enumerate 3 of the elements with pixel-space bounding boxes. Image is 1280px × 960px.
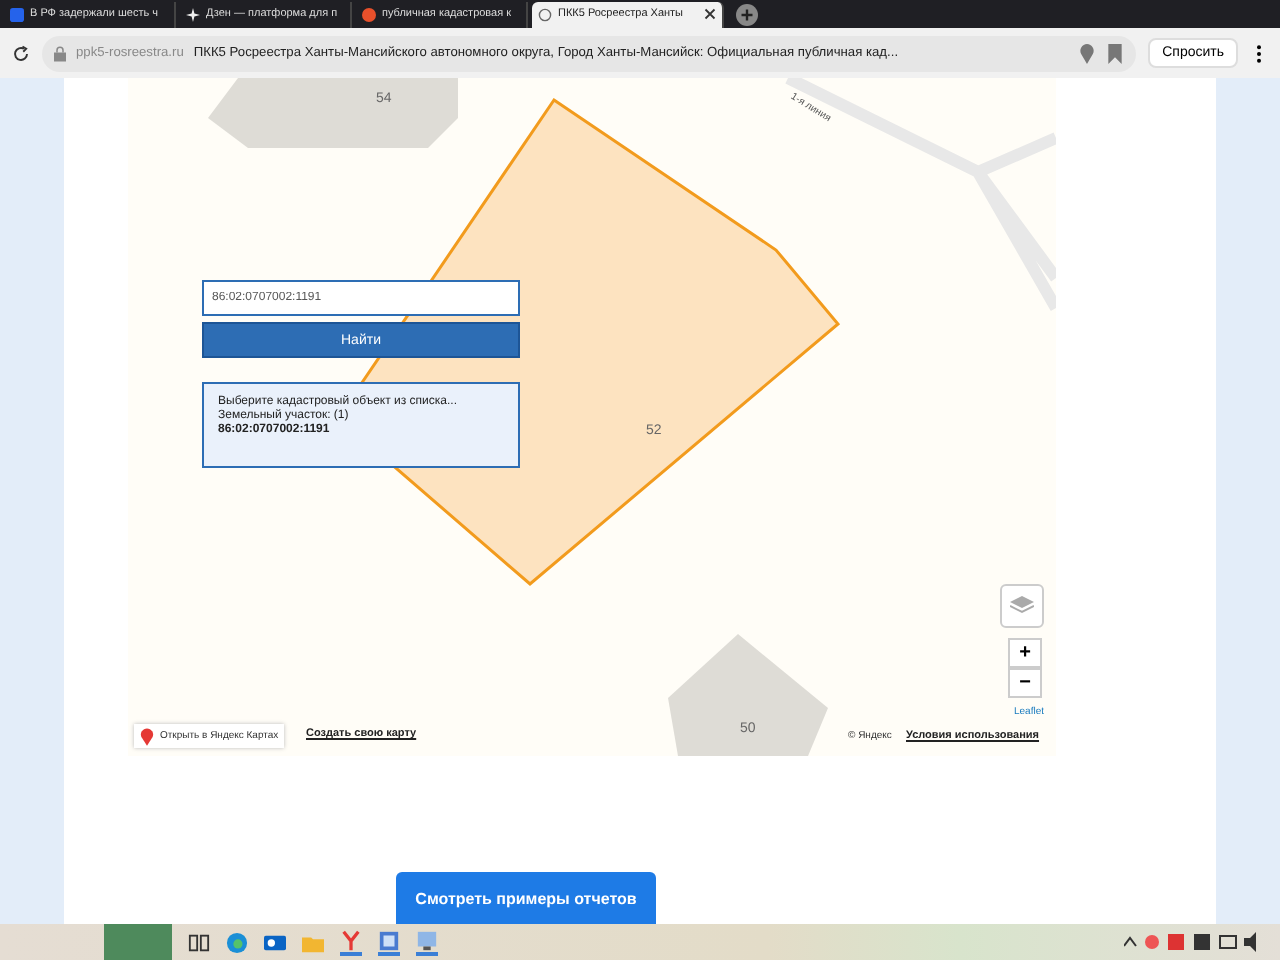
view-reports-button[interactable]: Смотреть примеры отчетов bbox=[396, 872, 656, 924]
zoom-in-button[interactable]: + bbox=[1008, 638, 1042, 668]
zoom-out-button[interactable]: − bbox=[1008, 668, 1042, 698]
